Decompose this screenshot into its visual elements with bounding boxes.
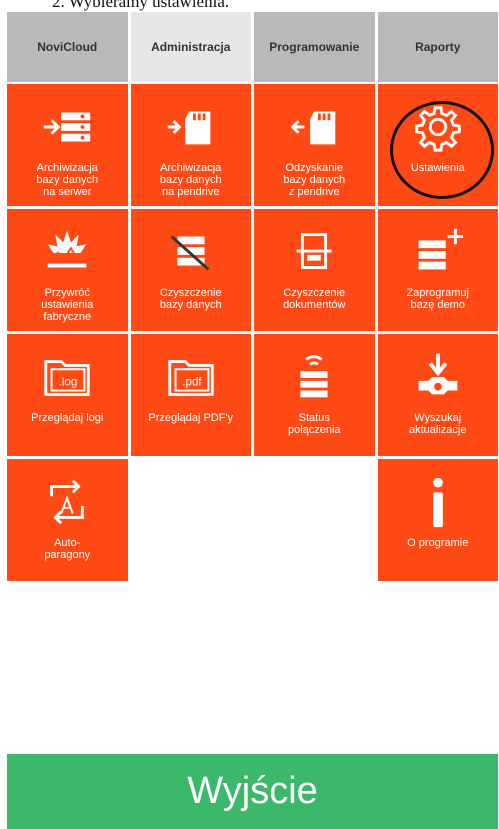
- tile-label: Przeglądaj logi: [31, 412, 104, 424]
- demo-database-icon: [418, 228, 463, 270]
- tile-check-updates[interactable]: Wyszukaj aktualizacje: [377, 334, 498, 456]
- tile-label: Status połączenia: [287, 412, 341, 436]
- tab-programowanie[interactable]: Programowanie: [254, 12, 375, 82]
- svg-text:.pdf: .pdf: [182, 376, 202, 389]
- clear-documents-icon: [296, 233, 332, 269]
- pdf-folder-icon: .pdf: [168, 360, 214, 396]
- admin-tile-grid: Archiwizacja bazy danych na serwer Archi…: [7, 84, 498, 581]
- download-update-icon: [418, 353, 458, 395]
- restore-from-sd-card-icon: [290, 111, 336, 145]
- tile-auto-receipts[interactable]: Auto- paragony: [7, 459, 128, 581]
- tile-demo-database[interactable]: Zaprogramuj bazę demo: [377, 209, 498, 331]
- tile-label: Auto- paragony: [44, 537, 91, 561]
- info-icon: [432, 477, 443, 528]
- tile-browse-logs[interactable]: .log Przeglądaj logi: [7, 334, 128, 456]
- tile-label: Archiwizacja bazy danych na pendrive: [159, 162, 222, 198]
- tile-settings[interactable]: Ustawienia: [377, 84, 498, 206]
- empty-slot: [254, 459, 375, 581]
- tab-novicloud[interactable]: NoviCloud: [7, 12, 128, 82]
- tile-label: O programie: [407, 537, 469, 549]
- tile-label: Odzyskanie bazy danych z pendrive: [283, 162, 346, 198]
- tile-label: Ustawienia: [410, 162, 465, 174]
- svg-text:.log: .log: [59, 376, 78, 389]
- connection-status-icon: [300, 355, 328, 398]
- tile-label: Przywróć ustawienia fabryczne: [41, 287, 94, 323]
- tile-connection-status[interactable]: Status połączenia: [254, 334, 375, 456]
- tab-administracja[interactable]: Administracja: [130, 12, 251, 82]
- document-caption: 2. Wybieramy ustawienia.: [0, 0, 499, 12]
- tile-label: Czyszczenie dokumentów: [283, 287, 346, 311]
- gear-icon: [415, 106, 461, 152]
- top-tabs: NoviCloud Administracja Programowanie Ra…: [7, 12, 498, 82]
- tile-clear-database[interactable]: Czyszczenie bazy danych: [130, 209, 251, 331]
- tile-clear-documents[interactable]: Czyszczenie dokumentów: [254, 209, 375, 331]
- auto-receipt-icon: [50, 479, 85, 525]
- archive-to-server-icon: [44, 112, 91, 142]
- empty-slot: [131, 459, 252, 581]
- tile-restore-pendrive[interactable]: Odzyskanie bazy danych z pendrive: [254, 84, 375, 206]
- log-folder-icon: .log: [44, 360, 90, 396]
- clear-database-icon: [170, 235, 210, 271]
- tile-label: Czyszczenie bazy danych: [159, 287, 222, 311]
- tile-archive-server[interactable]: Archiwizacja bazy danych na serwer: [7, 84, 128, 206]
- tile-label: Archiwizacja bazy danych na serwer: [36, 162, 99, 198]
- tile-factory-reset[interactable]: Przywróć ustawienia fabryczne: [7, 209, 128, 331]
- archive-to-sd-card-icon: [167, 111, 211, 145]
- tab-raporty[interactable]: Raporty: [377, 12, 498, 82]
- factory-reset-explosion-icon: [47, 230, 87, 268]
- tile-browse-pdfs[interactable]: .pdf Przeglądaj PDF'y: [130, 334, 251, 456]
- caption-text: 2. Wybieramy ustawienia.: [52, 0, 230, 11]
- tile-label: Wyszukaj aktualizacje: [409, 412, 467, 436]
- tile-archive-pendrive[interactable]: Archiwizacja bazy danych na pendrive: [130, 84, 251, 206]
- tile-label: Zaprogramuj bazę demo: [406, 287, 469, 311]
- tile-label: Przeglądaj PDF'y: [148, 412, 234, 424]
- tile-about[interactable]: O programie: [377, 459, 498, 581]
- exit-button[interactable]: Wyjście: [7, 754, 498, 829]
